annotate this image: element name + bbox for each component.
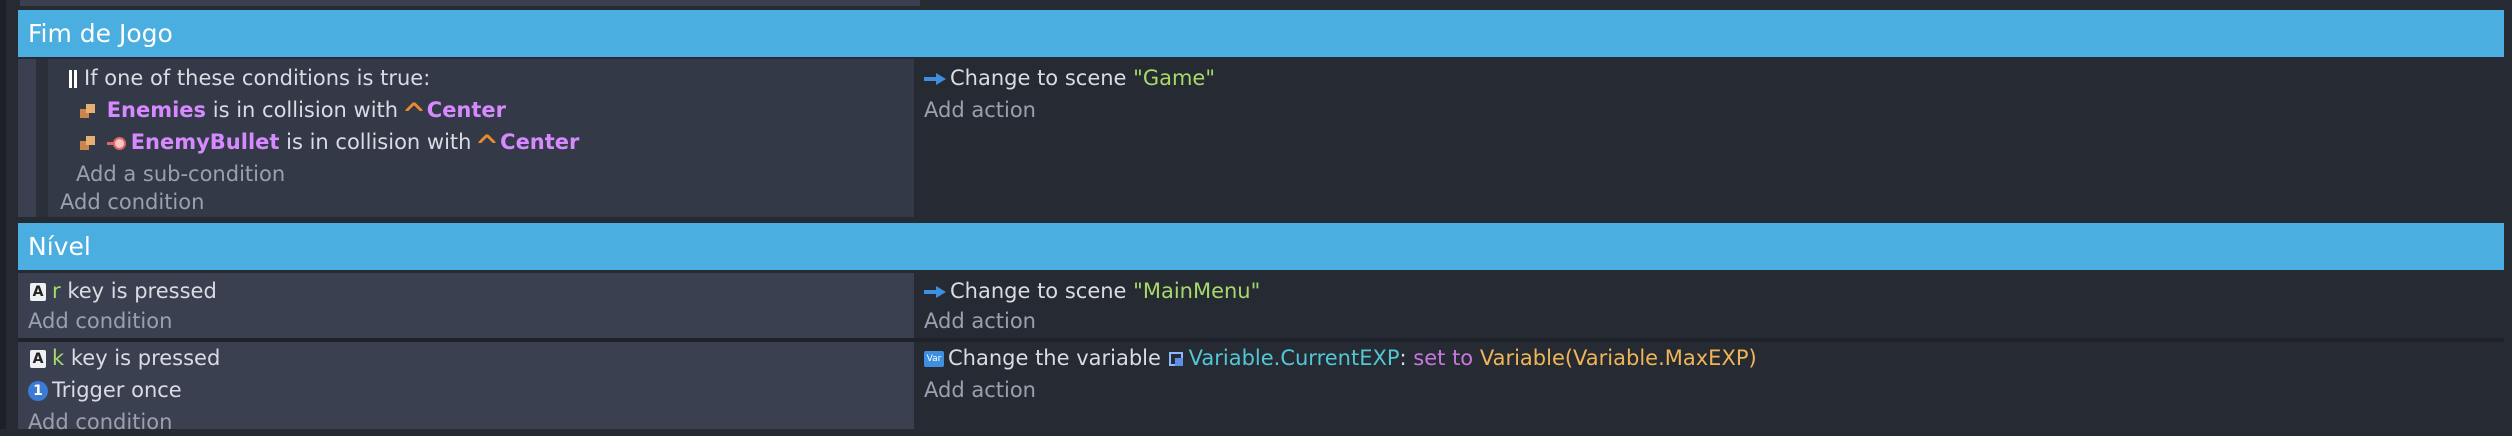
- group-header-fim-de-jogo[interactable]: Fim de Jogo: [18, 10, 2504, 57]
- sub-condition-enemybullet[interactable]: EnemyBullet is in collision with Center: [80, 128, 579, 156]
- group-title: Fim de Jogo: [28, 19, 173, 48]
- object-center: Center: [500, 130, 580, 154]
- key-name: k: [52, 346, 65, 370]
- or-icon: [68, 69, 78, 89]
- condition-trigger-once[interactable]: 1 Trigger once: [28, 376, 182, 404]
- event-3-actions[interactable]: Var Change the variable Variable.CurrentE…: [914, 342, 2504, 429]
- add-action-link[interactable]: Add action: [924, 96, 1036, 124]
- operator: set to: [1413, 346, 1474, 370]
- nesting-rail: [36, 59, 48, 217]
- event-1-actions[interactable]: Change to scene "Game" Add action: [914, 59, 2504, 217]
- add-sub-condition-link[interactable]: Add a sub-condition: [76, 160, 285, 188]
- expression: Variable(Variable.MaxEXP): [1479, 346, 1757, 370]
- group-header-nivel[interactable]: Nível: [18, 223, 2504, 270]
- collision-icon: [80, 103, 96, 119]
- left-gutter: [0, 0, 6, 429]
- center-object-icon: [478, 134, 496, 152]
- add-condition-link[interactable]: Add condition: [60, 188, 204, 216]
- event-2-actions[interactable]: Change to scene "MainMenu" Add action: [914, 273, 2504, 338]
- event-3[interactable]: Ak key is pressed 1 Trigger once Add cond…: [18, 342, 2504, 434]
- center-object-icon: [405, 102, 423, 120]
- variable-action-icon: Var: [924, 351, 944, 367]
- condition-key-pressed[interactable]: Ar key is pressed: [30, 277, 217, 305]
- change-scene-icon: [924, 286, 946, 298]
- event-1[interactable]: If one of these conditions is true: Enem…: [18, 59, 2504, 217]
- sub-condition-enemies[interactable]: Enemies is in collision with Center: [80, 96, 506, 124]
- or-condition[interactable]: If one of these conditions is true:: [68, 64, 430, 92]
- object-enemybullet: EnemyBullet: [130, 130, 280, 154]
- variable-icon: [1168, 351, 1184, 367]
- trigger-once-icon: 1: [28, 381, 48, 401]
- action-change-scene[interactable]: Change to scene "Game": [924, 64, 1215, 92]
- object-enemies: Enemies: [106, 98, 207, 122]
- event-3-conditions[interactable]: Ak key is pressed 1 Trigger once Add cond…: [18, 342, 914, 434]
- variable-name: Variable.CurrentEXP: [1188, 346, 1400, 370]
- change-scene-icon: [924, 73, 946, 85]
- bullet-icon: [106, 135, 127, 151]
- action-change-scene[interactable]: Change to scene "MainMenu": [924, 277, 1260, 305]
- event-2[interactable]: Ar key is pressed Add condition Change t…: [18, 273, 2504, 338]
- action-change-variable[interactable]: Var Change the variable Variable.CurrentE…: [924, 344, 1757, 372]
- add-action-link[interactable]: Add action: [924, 307, 1036, 335]
- scene-name: "MainMenu": [1133, 279, 1261, 303]
- group-title: Nível: [28, 232, 91, 261]
- previous-event-strip: [0, 0, 2512, 9]
- event-2-conditions[interactable]: Ar key is pressed Add condition: [18, 273, 914, 338]
- collision-icon: [80, 135, 96, 151]
- scene-name: "Game": [1133, 66, 1216, 90]
- add-condition-link[interactable]: Add condition: [28, 408, 172, 436]
- add-condition-link[interactable]: Add condition: [28, 307, 172, 335]
- key-name: r: [52, 279, 61, 303]
- add-action-link[interactable]: Add action: [924, 376, 1036, 404]
- keyboard-icon: A: [30, 350, 46, 368]
- condition-key-pressed[interactable]: Ak key is pressed: [30, 344, 220, 372]
- keyboard-icon: A: [30, 283, 46, 301]
- event-1-conditions[interactable]: If one of these conditions is true: Enem…: [18, 59, 914, 217]
- object-center: Center: [426, 98, 507, 122]
